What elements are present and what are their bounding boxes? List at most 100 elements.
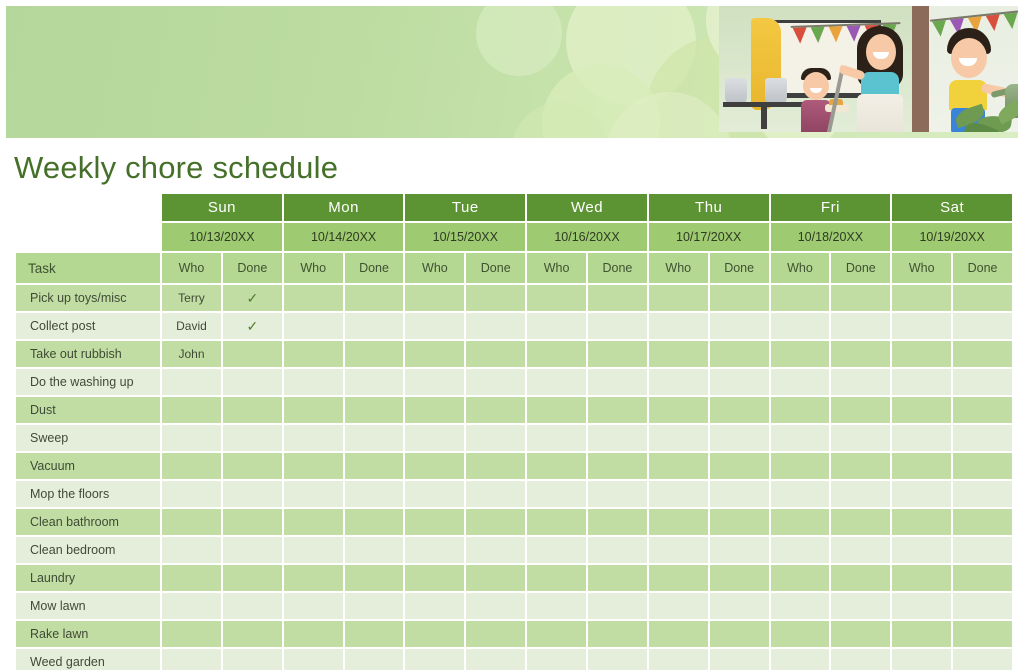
who-cell[interactable] bbox=[405, 649, 465, 670]
done-cell[interactable] bbox=[588, 425, 647, 451]
done-cell[interactable] bbox=[831, 593, 891, 619]
who-cell[interactable] bbox=[892, 509, 952, 535]
done-cell[interactable] bbox=[222, 537, 282, 563]
done-cell[interactable] bbox=[344, 341, 404, 367]
who-cell[interactable] bbox=[283, 369, 343, 395]
who-cell[interactable] bbox=[283, 425, 343, 451]
task-name-cell[interactable]: Vacuum bbox=[16, 453, 161, 479]
who-cell[interactable] bbox=[770, 649, 830, 670]
task-name-cell[interactable]: Laundry bbox=[16, 565, 161, 591]
done-cell[interactable] bbox=[466, 341, 526, 367]
who-cell[interactable] bbox=[162, 481, 221, 507]
who-cell[interactable] bbox=[405, 537, 465, 563]
task-name-cell[interactable]: Weed garden bbox=[16, 649, 161, 670]
who-cell[interactable] bbox=[162, 397, 221, 423]
who-cell[interactable] bbox=[405, 621, 465, 647]
who-cell[interactable] bbox=[770, 481, 830, 507]
done-cell[interactable] bbox=[344, 565, 404, 591]
task-name-cell[interactable]: Sweep bbox=[16, 425, 161, 451]
done-cell[interactable] bbox=[953, 649, 1012, 670]
who-cell[interactable] bbox=[892, 621, 952, 647]
who-cell[interactable] bbox=[648, 425, 708, 451]
who-cell[interactable] bbox=[162, 593, 221, 619]
done-cell[interactable] bbox=[344, 425, 404, 451]
done-cell[interactable] bbox=[709, 369, 769, 395]
who-cell[interactable] bbox=[892, 341, 952, 367]
done-cell[interactable] bbox=[953, 621, 1012, 647]
who-cell[interactable] bbox=[162, 537, 221, 563]
task-name-cell[interactable]: Mow lawn bbox=[16, 593, 161, 619]
who-cell[interactable]: Terry bbox=[162, 285, 221, 311]
done-cell[interactable] bbox=[709, 593, 769, 619]
done-cell[interactable] bbox=[344, 621, 404, 647]
done-cell[interactable] bbox=[466, 369, 526, 395]
who-cell[interactable] bbox=[283, 397, 343, 423]
who-cell[interactable] bbox=[527, 509, 586, 535]
who-cell[interactable] bbox=[283, 481, 343, 507]
done-cell[interactable] bbox=[222, 425, 282, 451]
task-name-cell[interactable]: Mop the floors bbox=[16, 481, 161, 507]
done-cell[interactable] bbox=[953, 313, 1012, 339]
who-cell[interactable] bbox=[770, 453, 830, 479]
done-cell[interactable] bbox=[588, 509, 647, 535]
day-date-sat[interactable]: 10/19/20XX bbox=[892, 223, 1012, 251]
done-cell[interactable] bbox=[466, 313, 526, 339]
who-cell[interactable] bbox=[770, 425, 830, 451]
done-cell[interactable] bbox=[831, 481, 891, 507]
who-cell[interactable] bbox=[648, 285, 708, 311]
task-name-cell[interactable]: Dust bbox=[16, 397, 161, 423]
done-cell[interactable] bbox=[953, 565, 1012, 591]
done-cell[interactable] bbox=[709, 509, 769, 535]
who-cell[interactable] bbox=[162, 425, 221, 451]
done-cell[interactable] bbox=[831, 509, 891, 535]
done-cell[interactable] bbox=[222, 593, 282, 619]
done-cell[interactable] bbox=[953, 397, 1012, 423]
who-cell[interactable] bbox=[283, 621, 343, 647]
who-cell[interactable] bbox=[648, 621, 708, 647]
done-cell[interactable] bbox=[344, 313, 404, 339]
who-cell[interactable] bbox=[648, 565, 708, 591]
who-cell[interactable] bbox=[892, 481, 952, 507]
who-cell[interactable] bbox=[527, 425, 586, 451]
done-cell[interactable] bbox=[831, 341, 891, 367]
who-cell[interactable] bbox=[405, 369, 465, 395]
done-cell[interactable] bbox=[831, 313, 891, 339]
who-cell[interactable] bbox=[283, 341, 343, 367]
done-cell[interactable] bbox=[831, 285, 891, 311]
done-cell[interactable] bbox=[953, 425, 1012, 451]
who-cell[interactable] bbox=[770, 593, 830, 619]
done-cell[interactable] bbox=[344, 285, 404, 311]
who-cell[interactable] bbox=[892, 593, 952, 619]
who-cell[interactable] bbox=[527, 621, 586, 647]
who-cell[interactable] bbox=[648, 481, 708, 507]
who-cell[interactable] bbox=[283, 285, 343, 311]
done-cell[interactable] bbox=[466, 649, 526, 670]
done-cell[interactable] bbox=[222, 565, 282, 591]
task-name-cell[interactable]: Rake lawn bbox=[16, 621, 161, 647]
done-cell[interactable] bbox=[953, 537, 1012, 563]
done-cell[interactable] bbox=[709, 313, 769, 339]
who-cell[interactable] bbox=[770, 537, 830, 563]
task-name-cell[interactable]: Take out rubbish bbox=[16, 341, 161, 367]
done-cell[interactable] bbox=[588, 537, 647, 563]
done-cell[interactable] bbox=[466, 537, 526, 563]
done-cell[interactable] bbox=[709, 621, 769, 647]
done-cell[interactable] bbox=[709, 285, 769, 311]
done-cell[interactable] bbox=[344, 537, 404, 563]
done-cell[interactable] bbox=[466, 453, 526, 479]
who-cell[interactable] bbox=[405, 565, 465, 591]
who-cell[interactable] bbox=[405, 285, 465, 311]
done-cell[interactable] bbox=[588, 453, 647, 479]
who-cell[interactable] bbox=[770, 621, 830, 647]
who-cell[interactable] bbox=[892, 285, 952, 311]
task-name-cell[interactable]: Clean bathroom bbox=[16, 509, 161, 535]
who-cell[interactable] bbox=[770, 565, 830, 591]
done-cell[interactable] bbox=[953, 453, 1012, 479]
done-cell[interactable] bbox=[588, 369, 647, 395]
who-cell[interactable] bbox=[648, 453, 708, 479]
done-cell[interactable] bbox=[709, 453, 769, 479]
who-cell[interactable] bbox=[283, 565, 343, 591]
who-cell[interactable] bbox=[527, 397, 586, 423]
who-cell[interactable] bbox=[892, 369, 952, 395]
who-cell[interactable] bbox=[648, 593, 708, 619]
